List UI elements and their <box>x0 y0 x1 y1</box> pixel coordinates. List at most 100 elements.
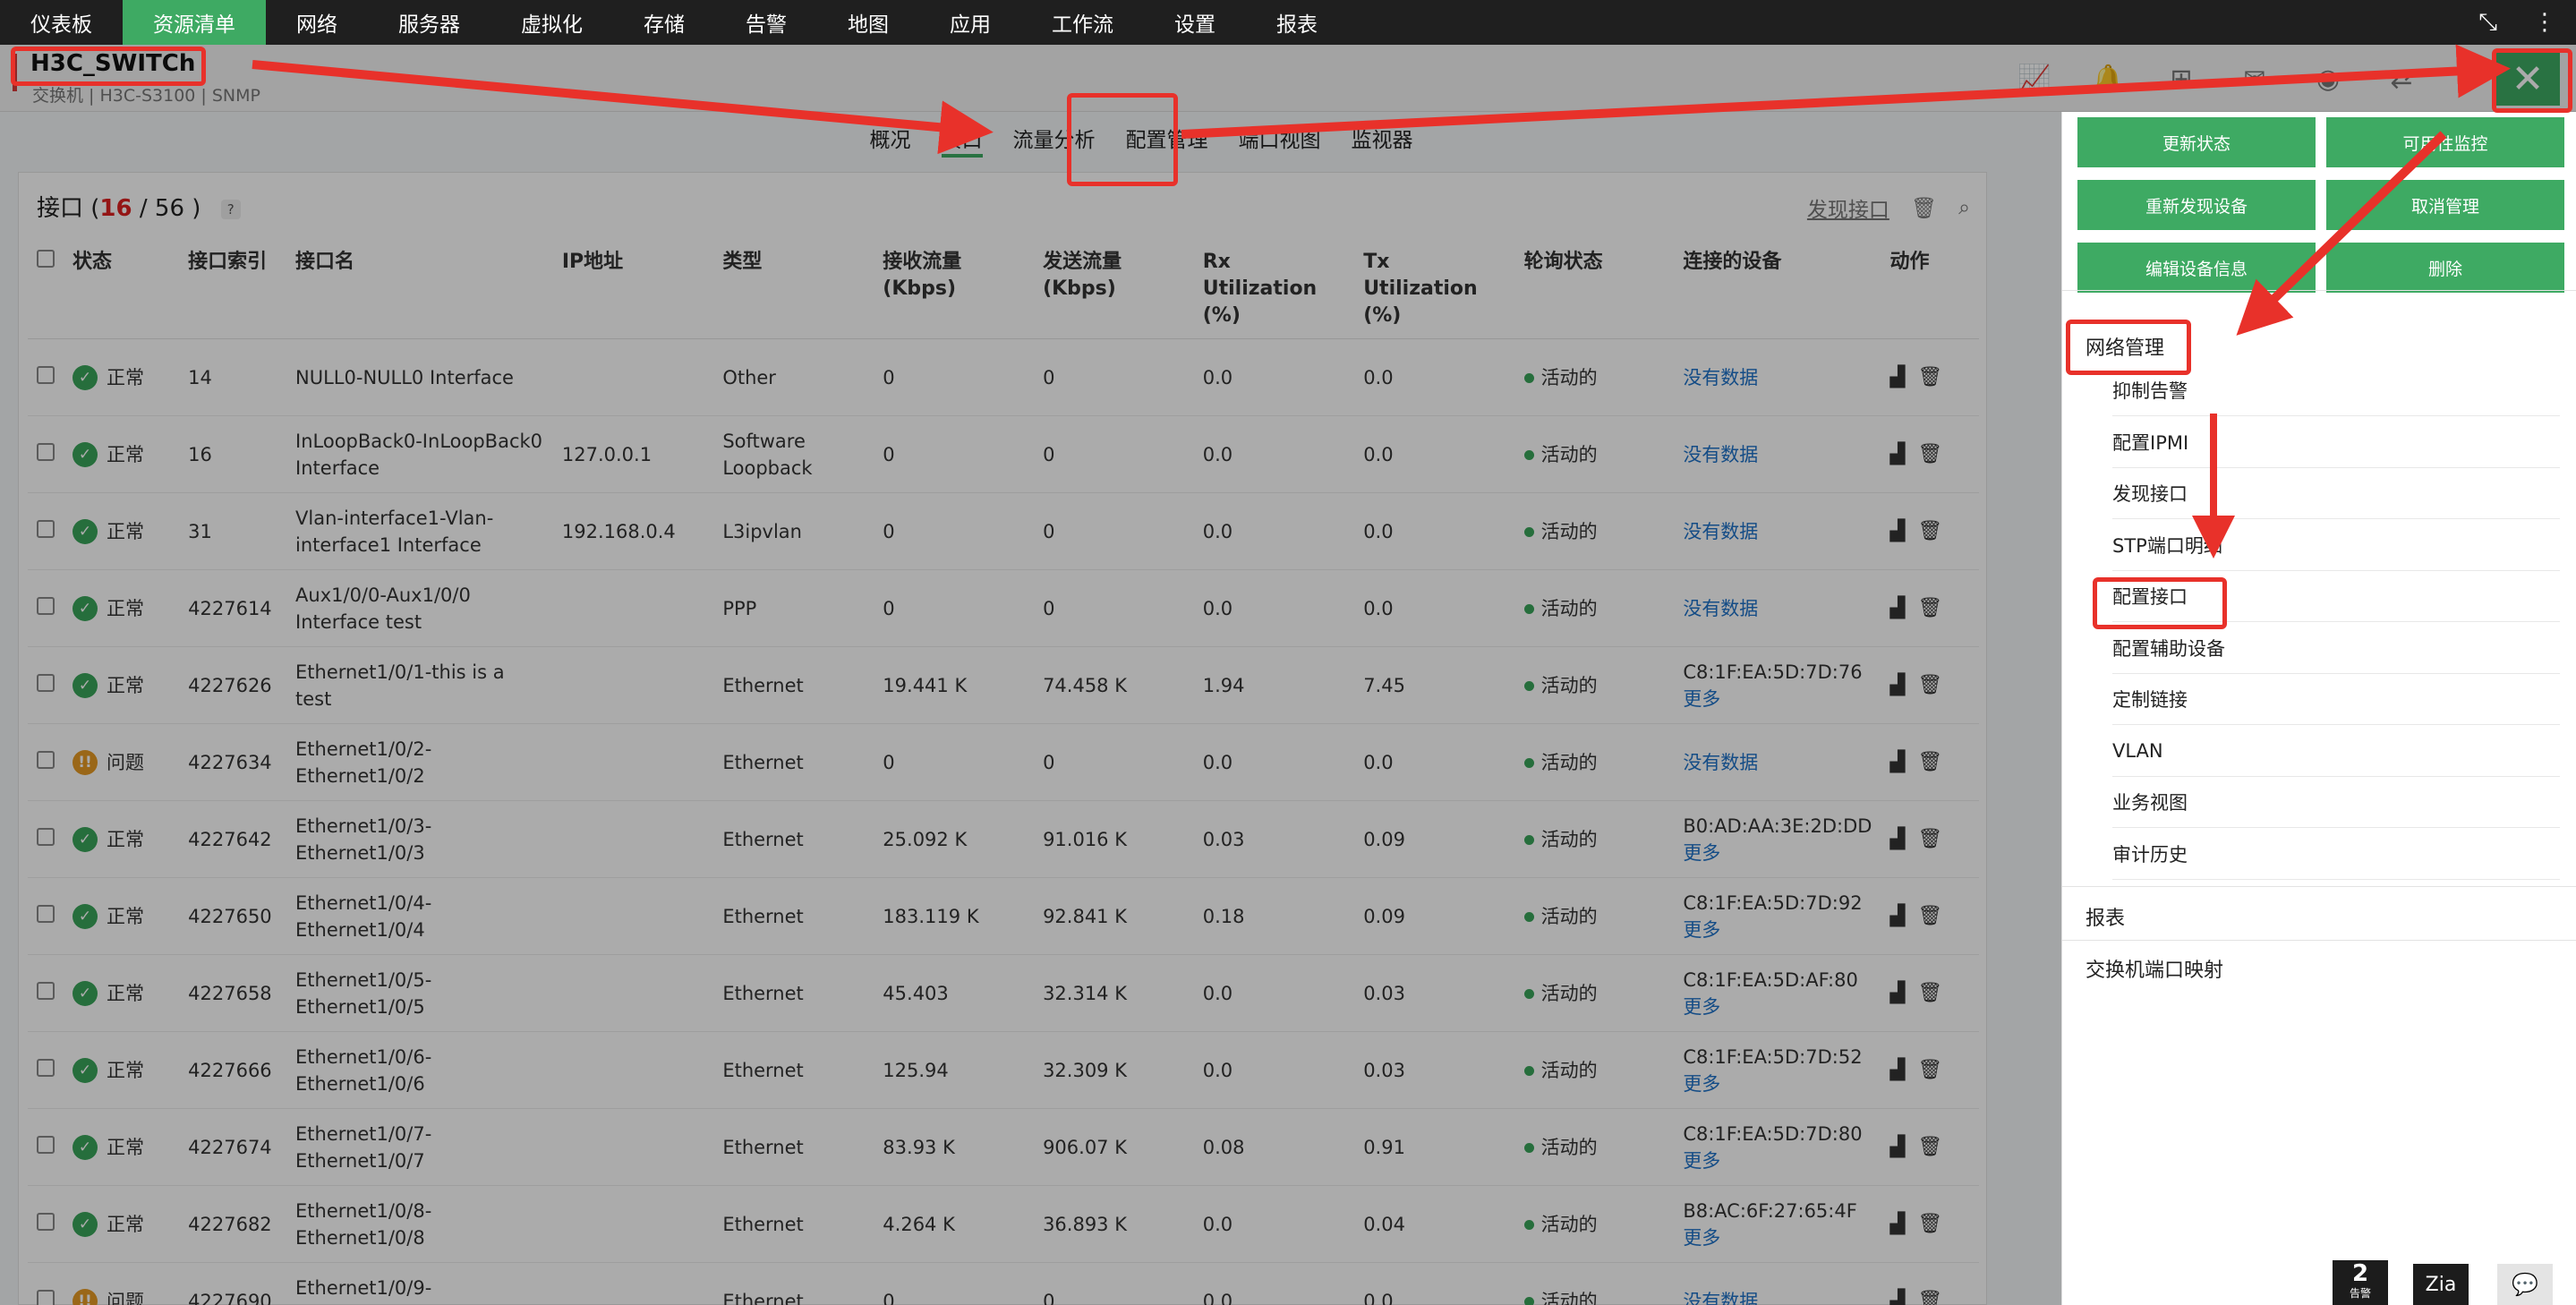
no-data-link[interactable]: 没有数据 <box>1683 1291 1758 1305</box>
more-link[interactable]: 更多 <box>1683 1150 1720 1172</box>
action-button-3[interactable]: 取消管理 <box>2326 180 2564 230</box>
menu-item-6[interactable]: 定制链接 <box>2112 674 2560 725</box>
table-row[interactable]: ✓ 正常 4227642 Ethernet1/0/3-Ethernet1/0/3… <box>28 800 1979 878</box>
graph-icon[interactable]: ▟ <box>1889 826 1905 853</box>
no-data-link[interactable]: 没有数据 <box>1683 598 1758 619</box>
menu-item-2[interactable]: 发现接口 <box>2112 468 2560 519</box>
row-checkbox[interactable] <box>37 1058 55 1077</box>
row-checkbox[interactable] <box>37 904 55 923</box>
interface-name[interactable]: Ethernet1/0/9-Ethernet1/0/9 <box>286 1262 553 1305</box>
action-button-0[interactable]: 更新状态 <box>2077 117 2316 167</box>
column-header-1[interactable]: 接口索引 <box>179 240 287 339</box>
interface-name[interactable]: Ethernet1/0/4-Ethernet1/0/4 <box>286 877 553 955</box>
table-row[interactable]: ✓ 正常 4227614 Aux1/0/0-Aux1/0/0 Interface… <box>28 569 1979 647</box>
menu-item-5[interactable]: 配置辅助设备 <box>2112 623 2560 674</box>
row-checkbox[interactable] <box>37 596 55 615</box>
interface-name[interactable]: Aux1/0/0-Aux1/0/0 Interface test <box>286 569 553 647</box>
discover-interface-link[interactable]: 发现接口 <box>1807 192 1889 223</box>
zia-assistant-button[interactable]: Zia <box>2413 1264 2469 1305</box>
row-checkbox[interactable] <box>37 750 55 769</box>
table-row[interactable]: !! 问题 4227690 Ethernet1/0/9-Ethernet1/0/… <box>28 1262 1979 1305</box>
column-header-4[interactable]: 类型 <box>713 240 874 339</box>
table-row[interactable]: ✓ 正常 14 NULL0-NULL0 Interface Other 0 0 … <box>28 338 1979 416</box>
interface-name[interactable]: Ethernet1/0/7-Ethernet1/0/7 <box>286 1108 553 1186</box>
interface-name[interactable]: Ethernet1/0/8-Ethernet1/0/8 <box>286 1185 553 1263</box>
interface-name[interactable]: NULL0-NULL0 Interface <box>286 338 553 416</box>
trash-icon[interactable]: 🗑 <box>1917 1134 1942 1161</box>
graph-icon[interactable]: ▟ <box>1889 1211 1905 1238</box>
table-row[interactable]: ✓ 正常 4227674 Ethernet1/0/7-Ethernet1/0/7… <box>28 1108 1979 1186</box>
row-checkbox[interactable] <box>37 1289 55 1305</box>
location-icon[interactable]: ◉ <box>2309 61 2347 97</box>
nav-item-5[interactable]: 存储 <box>613 0 715 45</box>
mail-icon[interactable]: ✉ <box>2236 61 2273 97</box>
column-header-0[interactable]: 状态 <box>64 240 180 339</box>
more-link[interactable]: 更多 <box>1683 996 1720 1018</box>
more-link[interactable]: 更多 <box>1683 1227 1720 1249</box>
menu-item-9[interactable]: 审计历史 <box>2112 829 2560 880</box>
column-header-3[interactable]: IP地址 <box>552 240 714 339</box>
row-checkbox[interactable] <box>37 1135 55 1154</box>
column-header-9[interactable]: 轮询状态 <box>1514 240 1675 339</box>
no-data-link[interactable]: 没有数据 <box>1683 521 1758 542</box>
action-button-4[interactable]: 编辑设备信息 <box>2077 243 2316 293</box>
search-icon[interactable]: ⌕ <box>1958 196 1970 219</box>
interface-name[interactable]: Ethernet1/0/2-Ethernet1/0/2 <box>286 723 553 801</box>
chat-button[interactable]: 💬 <box>2497 1264 2553 1305</box>
row-checkbox[interactable] <box>37 1212 55 1231</box>
graph-icon[interactable]: ▟ <box>1889 364 1905 391</box>
graph-icon[interactable]: ▟ <box>1889 903 1905 930</box>
trash-icon[interactable]: 🗑 <box>1917 1211 1942 1238</box>
alarm-counter[interactable]: 2 告警 <box>2333 1260 2388 1305</box>
graph-icon[interactable]: ▟ <box>1889 1288 1905 1305</box>
nav-item-11[interactable]: 报表 <box>1246 0 1348 45</box>
trash-icon[interactable]: 🗑 <box>1917 595 1942 622</box>
nav-item-1[interactable]: 资源清单 <box>123 0 266 45</box>
nav-item-10[interactable]: 设置 <box>1144 0 1246 45</box>
section-switch-port-mapping[interactable]: 交换机端口映射 <box>2062 954 2576 983</box>
trash-icon[interactable]: 🗑 <box>1917 1288 1942 1305</box>
tab-4[interactable]: 端口视图 <box>1239 113 1321 163</box>
trash-icon[interactable]: 🗑 <box>1917 1057 1942 1084</box>
trash-icon[interactable]: 🗑 <box>1917 826 1942 853</box>
trash-icon[interactable]: 🗑 <box>1911 196 1937 220</box>
more-link[interactable]: 更多 <box>1683 919 1720 941</box>
nav-item-0[interactable]: 仪表板 <box>0 0 123 45</box>
row-checkbox[interactable] <box>37 365 55 384</box>
row-checkbox[interactable] <box>37 981 55 1000</box>
interface-name[interactable]: Ethernet1/0/3-Ethernet1/0/3 <box>286 800 553 878</box>
row-checkbox[interactable] <box>37 827 55 846</box>
more-link[interactable]: 更多 <box>1683 1073 1720 1095</box>
no-data-link[interactable]: 没有数据 <box>1683 752 1758 773</box>
action-button-2[interactable]: 重新发现设备 <box>2077 180 2316 230</box>
graph-icon[interactable]: ▟ <box>1889 980 1905 1007</box>
no-data-link[interactable]: 没有数据 <box>1683 444 1758 465</box>
trash-icon[interactable]: 🗑 <box>1917 749 1942 776</box>
trash-icon[interactable]: 🗑 <box>1917 441 1942 468</box>
table-row[interactable]: ✓ 正常 4227626 Ethernet1/0/1-this is a tes… <box>28 646 1979 724</box>
nav-item-7[interactable]: 地图 <box>817 0 919 45</box>
trash-icon[interactable]: 🗑 <box>1917 518 1942 545</box>
interface-name[interactable]: Vlan-interface1-Vlan-interface1 Interfac… <box>286 492 553 570</box>
interface-name[interactable]: Ethernet1/0/5-Ethernet1/0/5 <box>286 954 553 1032</box>
nav-item-8[interactable]: 应用 <box>919 0 1021 45</box>
tab-1[interactable]: 接口 <box>941 113 983 163</box>
trash-icon[interactable]: 🗑 <box>1917 672 1942 699</box>
column-header-10[interactable]: 连接的设备 <box>1674 240 1881 339</box>
action-button-5[interactable]: 删除 <box>2326 243 2564 293</box>
nav-item-3[interactable]: 服务器 <box>368 0 490 45</box>
graph-icon[interactable]: ▟ <box>1889 441 1905 468</box>
menu-item-8[interactable]: 业务视图 <box>2112 777 2560 828</box>
table-row[interactable]: ✓ 正常 16 InLoopBack0-InLoopBack0 Interfac… <box>28 415 1979 493</box>
menu-item-3[interactable]: STP端口明细 <box>2112 520 2560 571</box>
interface-name[interactable]: Ethernet1/0/6-Ethernet1/0/6 <box>286 1031 553 1109</box>
interface-name[interactable]: InLoopBack0-InLoopBack0 Interface <box>286 415 553 493</box>
column-header-8[interactable]: Tx Utilization (%) <box>1354 240 1515 339</box>
table-row[interactable]: !! 问题 4227634 Ethernet1/0/2-Ethernet1/0/… <box>28 723 1979 801</box>
nav-item-9[interactable]: 工作流 <box>1021 0 1144 45</box>
column-header-6[interactable]: 发送流量 (Kbps) <box>1034 240 1194 339</box>
row-checkbox[interactable] <box>37 673 55 692</box>
action-button-1[interactable]: 可用性监控 <box>2326 117 2564 167</box>
graph-icon[interactable]: ▟ <box>1889 1134 1905 1161</box>
row-checkbox[interactable] <box>37 519 55 538</box>
